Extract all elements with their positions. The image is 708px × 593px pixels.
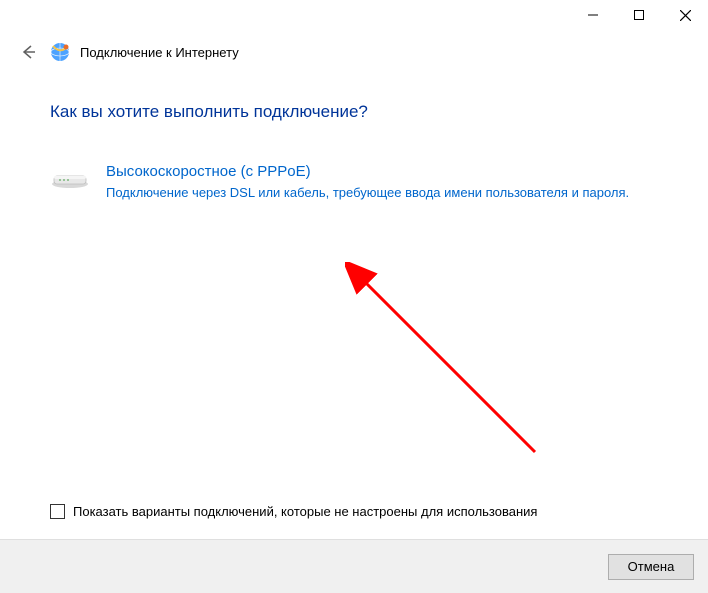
wizard-header: Подключение к Интернету [0, 32, 708, 72]
option-pppoe[interactable]: Высокоскоростное (с PPPoE) Подключение ч… [50, 158, 658, 206]
minimize-button[interactable] [570, 0, 616, 30]
wizard-content: Как вы хотите выполнить подключение? Выс… [0, 72, 708, 539]
option-description: Подключение через DSL или кабель, требую… [106, 184, 658, 202]
cancel-button[interactable]: Отмена [608, 554, 694, 580]
show-unavailable-checkbox[interactable] [50, 504, 65, 519]
wizard-footer: Отмена [0, 539, 708, 593]
maximize-button[interactable] [616, 0, 662, 30]
option-text: Высокоскоростное (с PPPoE) Подключение ч… [106, 162, 658, 202]
internet-globe-icon [50, 42, 70, 62]
close-button[interactable] [662, 0, 708, 30]
back-arrow-icon [19, 43, 37, 61]
option-title: Высокоскоростное (с PPPoE) [106, 162, 658, 182]
show-unavailable-label: Показать варианты подключений, которые н… [73, 504, 537, 519]
maximize-icon [634, 10, 644, 20]
cancel-button-label: Отмена [628, 559, 675, 574]
wizard-window: Подключение к Интернету Как вы хотите вы… [0, 0, 708, 593]
wizard-title: Подключение к Интернету [80, 45, 239, 60]
back-button[interactable] [16, 40, 40, 64]
show-unavailable-row: Показать варианты подключений, которые н… [50, 504, 658, 519]
annotation-arrow-icon [345, 262, 555, 472]
page-heading: Как вы хотите выполнить подключение? [50, 102, 658, 122]
modem-icon [50, 162, 90, 202]
close-icon [680, 10, 691, 21]
title-bar [0, 0, 708, 32]
minimize-icon [588, 10, 598, 20]
